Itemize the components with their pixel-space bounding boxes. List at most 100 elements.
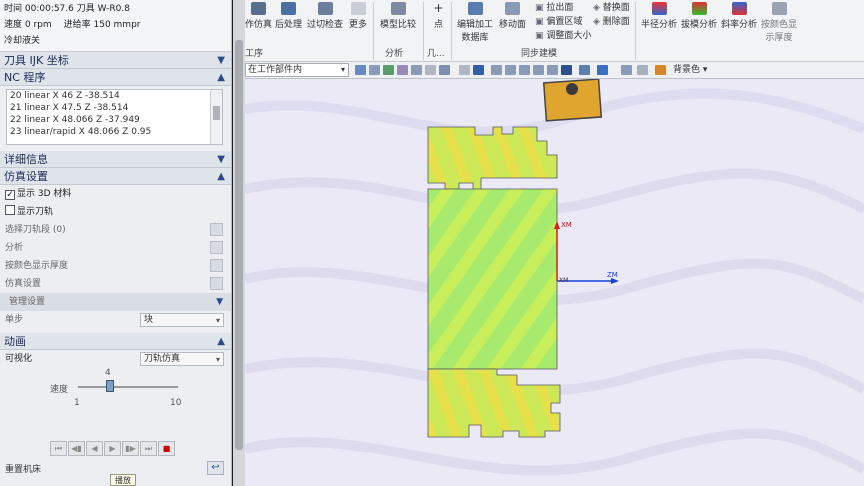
- sim-settings-label: 仿真设置: [5, 279, 42, 289]
- speed-label: 速度: [50, 385, 69, 395]
- offset-area-button[interactable]: ▣ 偏置区域: [535, 14, 582, 27]
- orient-icon[interactable]: [547, 65, 558, 75]
- panel-scroll-thumb[interactable]: [235, 40, 243, 450]
- circle-icon[interactable]: [425, 65, 436, 75]
- speed-slider-track[interactable]: [78, 386, 178, 388]
- show-3d-label: 显示 3D 材料: [17, 189, 72, 199]
- step-select[interactable]: 块 ▾: [140, 313, 224, 327]
- selection-scope-select[interactable]: 在工作部件内 ▾: [245, 63, 349, 77]
- chevron-up-icon: ▲: [217, 336, 225, 347]
- delete-face-button[interactable]: ◈ 删除面: [593, 14, 630, 27]
- section-tool-ijk[interactable]: 刀具 IJK 坐标 ▼: [0, 52, 231, 69]
- replace-face-button[interactable]: ◈ 替换面: [593, 0, 630, 13]
- panel-scrollbar[interactable]: [233, 0, 245, 486]
- gouge-check-button[interactable]: 过切检查: [307, 2, 343, 30]
- render-icon[interactable]: [473, 65, 484, 75]
- section-details[interactable]: 详细信息 ▼: [0, 151, 231, 168]
- rotate-icon[interactable]: [533, 65, 544, 75]
- go-start-icon[interactable]: ⏮: [50, 441, 67, 456]
- postprocess-icon: [281, 2, 296, 15]
- layer-icon[interactable]: [579, 65, 590, 75]
- reset-machine-label: 重置机床: [5, 465, 42, 475]
- draft-analysis-button[interactable]: 拔模分析: [681, 2, 717, 30]
- select-icon[interactable]: [369, 65, 380, 75]
- speed-slider-knob[interactable]: [106, 380, 114, 392]
- nc-program-list[interactable]: 20 linear X 46 Z -38.514 21 linear X 47.…: [6, 89, 223, 145]
- sim-label: 作仿真: [245, 20, 273, 30]
- offset-area-icon: ▣: [535, 17, 547, 27]
- manage-settings-row[interactable]: 管理设置 ▼: [0, 293, 231, 311]
- zoom-icon[interactable]: [505, 65, 516, 75]
- edit-blank-button[interactable]: 编辑加工 数据库: [457, 2, 493, 43]
- postprocess-button[interactable]: 后处理: [275, 2, 302, 30]
- replace-face-icon: ◈: [593, 3, 603, 13]
- color-thickness-icon[interactable]: [210, 259, 223, 272]
- visualize-select-value: 刀轨仿真: [144, 354, 181, 364]
- sim-settings-row: 仿真设置: [0, 275, 231, 293]
- filter-icon[interactable]: [355, 65, 366, 75]
- view-icon[interactable]: [459, 65, 470, 75]
- sim-button[interactable]: 作仿真: [245, 2, 272, 30]
- section-icon[interactable]: [597, 65, 608, 75]
- settings-icon[interactable]: [210, 277, 223, 290]
- replace-face-label: 替换面: [602, 3, 630, 13]
- move-face-icon: [505, 2, 520, 15]
- move-face-button[interactable]: 移动面: [499, 2, 526, 30]
- toolpath-segment-icon[interactable]: [210, 223, 223, 236]
- list-item[interactable]: 23 linear/rapid X 48.066 Z 0.95: [7, 126, 222, 138]
- section-nc-program[interactable]: NC 程序 ▲: [0, 69, 231, 86]
- palette-icon[interactable]: [655, 65, 666, 75]
- play-back-icon[interactable]: ◀: [86, 441, 103, 456]
- color-thickness-button[interactable]: 按颜色显 示厚度: [761, 2, 797, 43]
- slope-analysis-button[interactable]: 斜率分析: [721, 2, 757, 30]
- show-toolpath-row[interactable]: 显示刀轨: [0, 203, 231, 221]
- more-button[interactable]: 更多: [349, 2, 367, 30]
- analysis-icon[interactable]: [210, 241, 223, 254]
- background-color-button[interactable]: 背景色 ▾: [673, 63, 707, 77]
- step-select-value: 块: [144, 315, 154, 325]
- nc-list-scrollbar[interactable]: [210, 90, 222, 144]
- display-icon[interactable]: [621, 65, 632, 75]
- analysis-row: 分析: [0, 239, 231, 257]
- scroll-thumb[interactable]: [213, 106, 220, 120]
- reset-machine-icon[interactable]: ↩: [207, 461, 224, 475]
- plane-icon[interactable]: [397, 65, 408, 75]
- slope-analysis-label: 斜率分析: [721, 20, 758, 30]
- step-forward-icon[interactable]: ▮▶: [122, 441, 139, 456]
- step-back-icon[interactable]: ◀▮: [68, 441, 85, 456]
- play-icon[interactable]: ▶: [104, 441, 121, 456]
- zm-axis-label: ZM: [607, 271, 618, 279]
- fit-icon[interactable]: [491, 65, 502, 75]
- pan-icon[interactable]: [519, 65, 530, 75]
- color-thickness-row: 按颜色显示厚度: [0, 257, 231, 275]
- snap-icon[interactable]: [383, 65, 394, 75]
- stop-icon[interactable]: ■: [158, 441, 175, 456]
- group-sync-modeling: 同步建模: [521, 49, 558, 59]
- selection-scope-value: 在工作部件内: [248, 65, 303, 75]
- section-sim-settings-label: 仿真设置: [4, 170, 48, 183]
- show-toolpath-checkbox[interactable]: [5, 205, 15, 215]
- point-button[interactable]: + 点: [431, 2, 446, 31]
- section-sim-settings[interactable]: 仿真设置 ▲: [0, 168, 231, 185]
- pull-face-button[interactable]: ▣ 拉出面: [535, 0, 573, 13]
- go-end-icon[interactable]: ⏭: [140, 441, 157, 456]
- show-3d-material-row[interactable]: ✓ 显示 3D 材料: [0, 185, 231, 203]
- list-item[interactable]: 22 linear X 48.066 Z -37.949: [7, 114, 222, 126]
- selection-toolbar: 在工作部件内 ▾ 背景色 ▾: [245, 62, 864, 79]
- adjust-face-button[interactable]: ▣ 调整面大小: [535, 28, 591, 41]
- lasso-icon[interactable]: [411, 65, 422, 75]
- radius-analysis-button[interactable]: 半径分析: [641, 2, 677, 30]
- crosshair-icon[interactable]: [439, 65, 450, 75]
- edge-icon[interactable]: [637, 65, 648, 75]
- section-animation[interactable]: 动画 ▲: [0, 333, 231, 350]
- model-compare-button[interactable]: 模型比较: [380, 2, 416, 30]
- show-3d-checkbox[interactable]: ✓: [5, 190, 15, 200]
- list-item[interactable]: 21 linear X 47.5 Z -38.514: [7, 102, 222, 114]
- graphics-viewport[interactable]: XM ZM XM: [245, 79, 864, 486]
- list-item[interactable]: 20 linear X 46 Z -38.514: [7, 90, 222, 102]
- visualize-select[interactable]: 刀轨仿真 ▾: [140, 352, 224, 366]
- slope-analysis-icon: [731, 2, 747, 15]
- chevron-down-icon: ▼: [217, 154, 225, 165]
- section-animation-label: 动画: [4, 335, 26, 348]
- shade-icon[interactable]: [561, 65, 572, 75]
